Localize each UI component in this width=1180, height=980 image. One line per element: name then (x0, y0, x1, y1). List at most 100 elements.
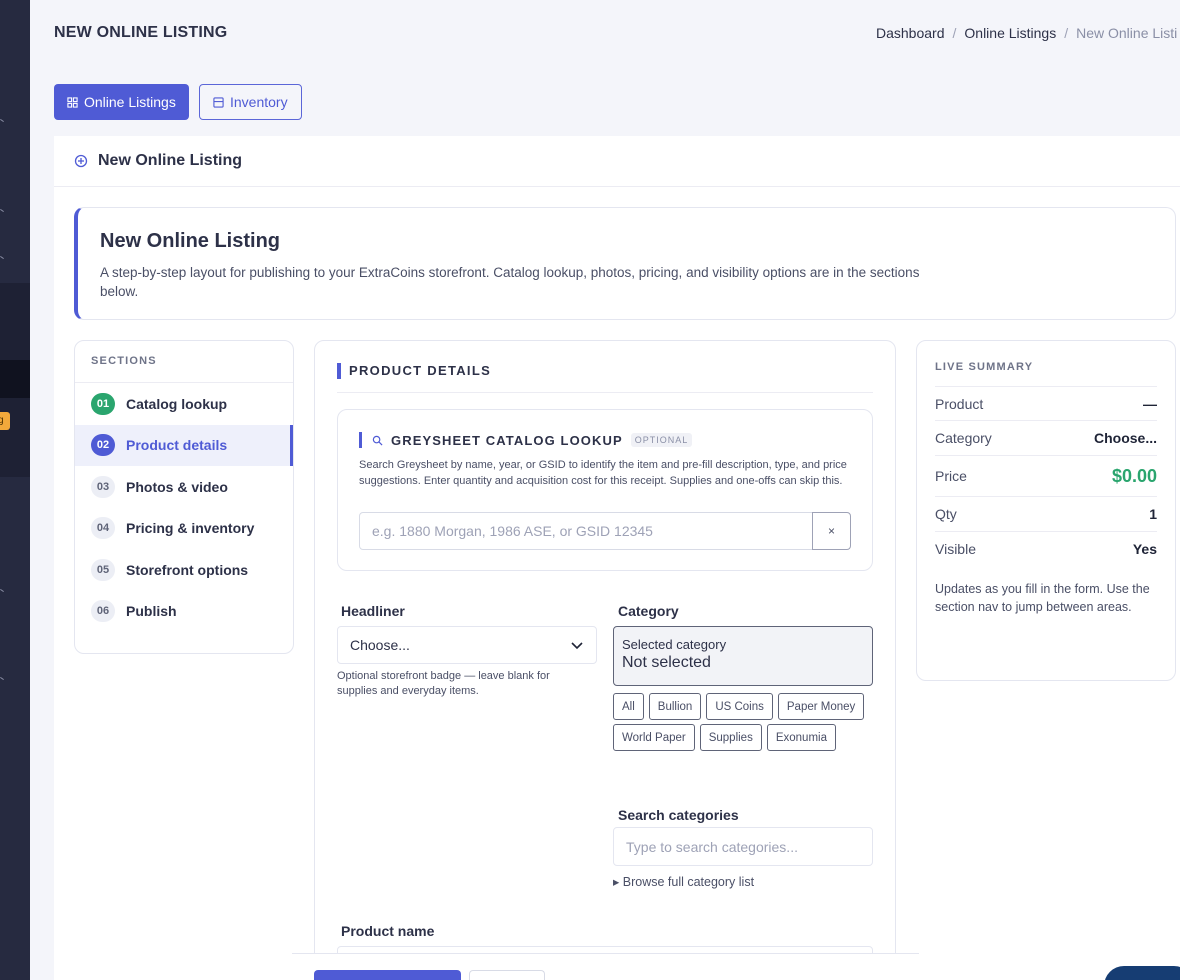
headliner-label: Headliner (341, 603, 405, 619)
section-item-publish[interactable]: 06 Publish (75, 591, 293, 633)
chevron-icon[interactable] (0, 118, 4, 123)
online-listings-button[interactable]: Online Listings (54, 84, 189, 120)
breadcrumb-current: New Online Listi (1076, 25, 1178, 41)
intro-title: New Online Listing (100, 230, 281, 252)
summary-label: Product (935, 395, 984, 412)
chevron-icon[interactable] (0, 255, 4, 260)
section-item-photos-video[interactable]: 03 Photos & video (75, 466, 293, 508)
section-item-product-details[interactable]: 02 Product details (75, 424, 293, 466)
category-chip-exonumia[interactable]: Exonumia (766, 724, 836, 751)
breadcrumb: Dashboard / Online Listings / New Online Lis… (876, 25, 1178, 41)
plus-circle-icon (74, 154, 88, 168)
category-chip-paper-money[interactable]: Paper Money (777, 693, 865, 720)
live-summary-heading: LIVE SUMMARY (935, 341, 1157, 387)
section-label: Storefront options (126, 561, 249, 578)
chevron-icon[interactable] (0, 208, 4, 213)
card-header: New Online Listing (54, 136, 1180, 187)
main-content: NEW ONLINE LISTING Dashboard / Online List… (30, 0, 1180, 980)
summary-row-visible: Visible Yes (935, 532, 1157, 566)
chevron-down-icon (571, 642, 583, 650)
intro-panel: New Online Listing A step-by-step layout… (74, 207, 1176, 320)
chevron-icon[interactable] (0, 588, 4, 593)
summary-row-category: Category Choose... (935, 421, 1157, 456)
sidebar-group (0, 283, 30, 360)
chevron-icon[interactable] (0, 676, 4, 681)
category-chip-us-coins[interactable]: US Coins (706, 693, 773, 720)
product-name-label: Product name (341, 923, 435, 939)
summary-value: 1 (1149, 506, 1157, 522)
sidebar-group (0, 398, 30, 477)
search-categories-label: Search categories (618, 807, 739, 823)
product-details-panel: PRODUCT DETAILS GREYSHEET CATALOG LOOKUP… (314, 340, 896, 980)
summary-row-qty: Qty 1 (935, 497, 1157, 532)
optional-badge: OPTIONAL (630, 433, 693, 447)
summary-row-price: Price $0.00 (935, 456, 1157, 497)
clear-search-button[interactable]: × (812, 512, 851, 550)
catalog-lookup-box: GREYSHEET CATALOG LOOKUP OPTIONAL Search… (337, 409, 873, 571)
section-number: 02 (91, 434, 115, 457)
section-number: 04 (91, 517, 115, 540)
summary-value: $0.00 (1111, 465, 1157, 486)
sidebar-badge: g (0, 412, 10, 430)
summary-value: Yes (1132, 541, 1157, 557)
summary-label: Price (935, 468, 967, 484)
breadcrumb-online-listings[interactable]: Online Listings (964, 25, 1056, 41)
browse-categories-toggle[interactable]: ▸ Browse full category list (613, 874, 754, 889)
category-chip-world-paper[interactable]: World Paper (613, 724, 695, 751)
category-search-input[interactable] (613, 827, 873, 866)
inventory-button[interactable]: Inventory (199, 84, 302, 120)
inventory-label: Inventory (230, 94, 288, 110)
section-number: 06 (91, 600, 115, 623)
sidebar-rail: g (0, 0, 30, 980)
divider (337, 392, 873, 393)
category-chip-all[interactable]: All (613, 693, 644, 720)
intro-description: A step-by-step layout for publishing to … (100, 265, 920, 299)
section-label: Publish (126, 603, 177, 620)
section-item-storefront-options[interactable]: 05 Storefront options (75, 549, 293, 591)
sidebar-active-item[interactable] (0, 360, 30, 398)
summary-label: Category (935, 430, 992, 446)
catalog-lookup-heading: GREYSHEET CATALOG LOOKUP OPTIONAL (359, 432, 693, 448)
category-chip-bullion[interactable]: Bullion (648, 693, 702, 720)
headliner-hint: Optional storefront badge — leave blank … (337, 670, 550, 697)
selected-category-box: Selected category Not selected (613, 626, 873, 686)
section-item-pricing-inventory[interactable]: 04 Pricing & inventory (75, 508, 293, 550)
product-details-title: PRODUCT DETAILS (337, 363, 491, 379)
grid-icon (67, 96, 78, 108)
selected-category-label: Selected category (622, 637, 727, 652)
category-chips: All Bullion US Coins Paper Money World P… (613, 693, 875, 751)
section-number: 01 (91, 392, 115, 415)
summary-value: Choose... (1093, 430, 1157, 446)
summary-note: Updates as you fill in the form. Use the… (935, 582, 1150, 614)
section-label: Catalog lookup (126, 395, 228, 412)
page-title: NEW ONLINE LISTING (54, 24, 228, 41)
live-summary-panel: LIVE SUMMARY Product — Category Choose..… (916, 340, 1176, 681)
section-label: Product details (126, 437, 228, 454)
sticky-action-bar (292, 953, 919, 980)
catalog-lookup-description: Search Greysheet by name, year, or GSID … (359, 459, 847, 487)
floating-action-button[interactable] (1104, 966, 1180, 980)
category-chip-supplies[interactable]: Supplies (699, 724, 762, 751)
listing-card: New Online Listing New Online Listing A … (54, 136, 1180, 980)
headliner-select[interactable]: Choose... (337, 626, 597, 664)
primary-action-button[interactable] (314, 970, 461, 980)
sections-nav: SECTIONS 01 Catalog lookup 02 Product de… (74, 340, 294, 654)
sections-heading: SECTIONS (75, 341, 293, 383)
section-item-catalog-lookup[interactable]: 01 Catalog lookup (75, 383, 293, 425)
breadcrumb-dashboard[interactable]: Dashboard (876, 25, 945, 41)
section-label: Pricing & inventory (126, 520, 255, 537)
category-label: Category (618, 603, 679, 619)
summary-value: — (1143, 395, 1157, 412)
online-listings-label: Online Listings (84, 94, 176, 110)
selected-category-value: Not selected (622, 654, 711, 671)
secondary-action-button[interactable] (469, 970, 545, 980)
summary-row-product: Product — (935, 387, 1157, 421)
section-label: Photos & video (126, 478, 228, 495)
card-title: New Online Listing (98, 152, 243, 169)
section-number: 03 (91, 475, 115, 498)
catalog-search-input[interactable] (359, 512, 813, 550)
search-icon (372, 435, 383, 446)
headliner-value: Choose... (350, 637, 410, 653)
summary-label: Visible (935, 541, 976, 557)
inventory-icon (213, 96, 224, 108)
